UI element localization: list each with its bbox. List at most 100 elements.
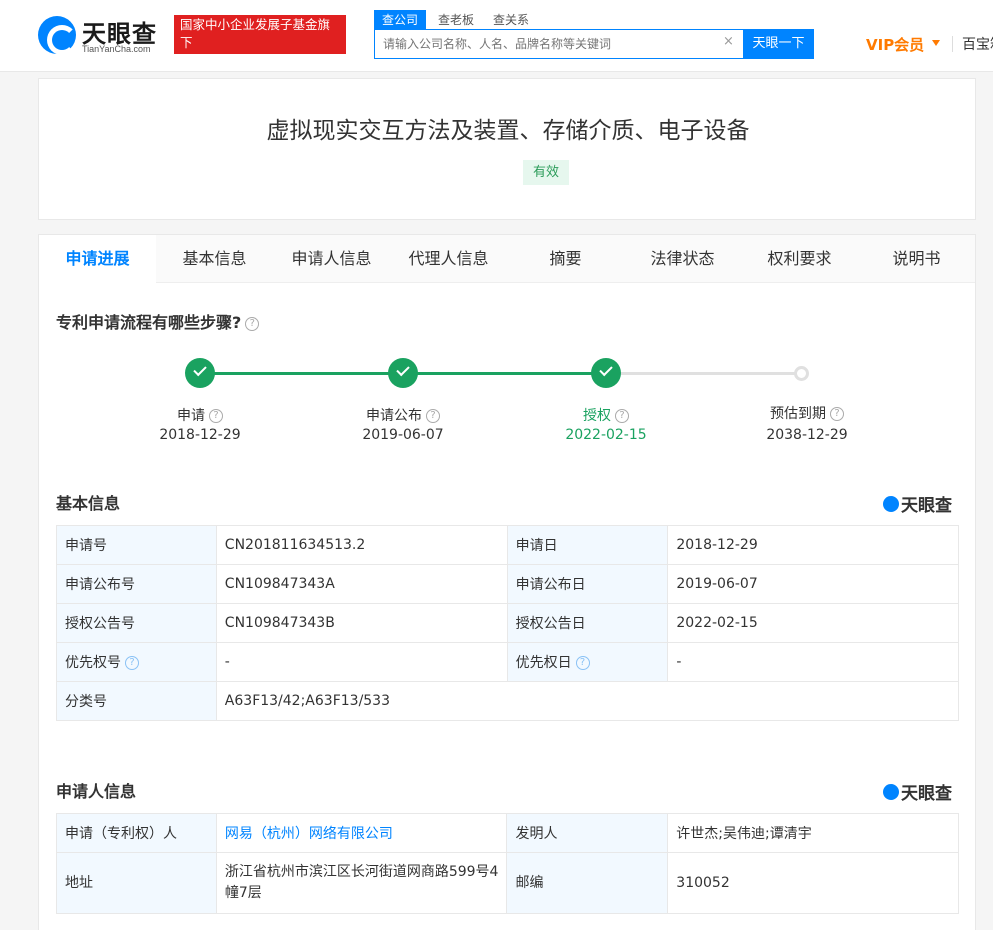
- progress-title-text: 专利申请流程有哪些步骤?: [56, 313, 242, 332]
- logo-icon: [883, 784, 899, 800]
- cell-value: 许世杰;吴伟迪;谭清宇: [667, 813, 959, 853]
- brand-watermark: 天眼查: [883, 491, 952, 516]
- step-label: 授权?: [526, 405, 686, 425]
- cell-label: 邮编: [506, 852, 669, 914]
- step-label-text: 申请公布: [366, 408, 422, 424]
- cell-value: CN201811634513.2: [215, 525, 508, 565]
- table-row: 申请（专利权）人 网易（杭州）网络有限公司 发明人 许世杰;吴伟迪;谭清宇: [56, 813, 959, 853]
- question-icon[interactable]: ?: [830, 407, 844, 421]
- pending-dot-icon: [794, 366, 809, 381]
- status-badge: 有效: [523, 160, 569, 185]
- question-icon[interactable]: ?: [209, 409, 223, 423]
- check-icon: [388, 358, 418, 388]
- cell-label: 优先权号?: [56, 642, 217, 682]
- badge-line-1: 国家中小企业发展子基金旗下: [180, 17, 331, 50]
- tab-basic-info[interactable]: 基本信息: [156, 235, 273, 283]
- question-icon[interactable]: ?: [615, 409, 629, 423]
- question-icon[interactable]: ?: [245, 316, 260, 331]
- cell-label: 申请公布日: [506, 564, 669, 604]
- top-header: 天眼查 TianYanCha.com 国家中小企业发展子基金旗下 官方备案企业征…: [0, 0, 993, 72]
- patent-title-card: 虚拟现实交互方法及装置、存储介质、电子设备 有效: [38, 78, 976, 220]
- cell-label: 申请（专利权）人: [56, 813, 217, 853]
- search-button[interactable]: 天眼一下: [743, 29, 814, 59]
- logo-icon: [883, 496, 899, 512]
- cell-label: 地址: [56, 852, 217, 914]
- cell-label: 授权公告日: [506, 603, 669, 643]
- step-date: 2019-06-07: [362, 427, 444, 443]
- tab-progress[interactable]: 申请进展: [39, 235, 156, 283]
- question-icon[interactable]: ?: [575, 656, 590, 670]
- table-row: 分类号 A63F13/42;A63F13/533: [56, 681, 960, 721]
- step-date: 2022-02-15: [565, 427, 647, 443]
- cell-label-text: 优先权日: [515, 655, 572, 671]
- site-logo[interactable]: 天眼查 TianYanCha.com: [38, 14, 166, 56]
- brand-text: 天眼查: [901, 496, 952, 516]
- progress-line-pending: [606, 372, 802, 375]
- cell-label: 授权公告号: [56, 603, 217, 643]
- logo-subtext: TianYanCha.com: [82, 44, 151, 54]
- table-row: 优先权号? - 优先权日? -: [56, 642, 959, 682]
- check-icon: [185, 358, 215, 388]
- search-box: ×: [374, 29, 744, 59]
- search-input[interactable]: [383, 34, 713, 54]
- progress-section-title: 专利申请流程有哪些步骤??: [56, 309, 260, 333]
- header-divider: [952, 36, 953, 52]
- tab-applicant-info[interactable]: 申请人信息: [273, 235, 390, 283]
- cell-value: 2019-06-07: [667, 564, 959, 604]
- cell-label: 申请日: [506, 525, 669, 565]
- basic-info-title: 基本信息: [56, 494, 121, 513]
- table-row: 申请公布号 CN109847343A 申请公布日 2019-06-07: [56, 564, 959, 604]
- caret-down-icon[interactable]: [932, 40, 940, 46]
- step-label: 申请?: [120, 405, 280, 425]
- patent-title: 虚拟现实交互方法及装置、存储介质、电子设备: [266, 118, 750, 144]
- badge-line-2: 官方备案企业征信机构: [180, 53, 321, 68]
- question-icon[interactable]: ?: [426, 409, 440, 423]
- brand-text: 天眼查: [901, 784, 952, 804]
- cell-label: 发明人: [506, 813, 669, 853]
- logo-icon: [38, 16, 77, 55]
- applicant-company-link[interactable]: 网易（杭州）网络有限公司: [215, 813, 508, 853]
- search-tab-relation[interactable]: 查关系: [493, 10, 529, 30]
- step-label-text: 预估到期: [770, 406, 826, 422]
- step-label-text: 授权: [583, 408, 611, 424]
- cell-label-text: 优先权号: [65, 655, 121, 671]
- step-label: 预估到期?: [727, 403, 887, 423]
- applicant-info-title: 申请人信息: [56, 782, 137, 801]
- basic-info-table: 申请号 CN201811634513.2 申请日 2018-12-29 申请公布…: [56, 525, 960, 721]
- table-row: 授权公告号 CN109847343B 授权公告日 2022-02-15: [56, 603, 959, 643]
- vip-member-link[interactable]: VIP会员: [866, 34, 924, 55]
- patent-detail-card: 申请进展 基本信息 申请人信息 代理人信息 摘要 法律状态 权利要求 说明书 专…: [38, 234, 976, 930]
- cell-label: 优先权日?: [506, 642, 669, 682]
- cell-label: 分类号: [56, 681, 217, 721]
- tab-specification[interactable]: 说明书: [858, 235, 975, 283]
- cell-value: CN109847343B: [215, 603, 508, 643]
- search-tab-company[interactable]: 查公司: [374, 10, 427, 30]
- tab-agent-info[interactable]: 代理人信息: [390, 235, 507, 283]
- cell-value: A63F13/42;A63F13/533: [215, 681, 960, 721]
- cell-value: CN109847343A: [215, 564, 508, 604]
- cell-value: -: [667, 642, 959, 682]
- detail-tabs: 申请进展 基本信息 申请人信息 代理人信息 摘要 法律状态 权利要求 说明书: [39, 235, 975, 283]
- official-badge: 国家中小企业发展子基金旗下 官方备案企业征信机构: [174, 15, 346, 68]
- step-label: 申请公布?: [323, 405, 483, 425]
- question-icon[interactable]: ?: [125, 656, 139, 670]
- clear-icon[interactable]: ×: [723, 34, 734, 49]
- applicant-info-table: 申请（专利权）人 网易（杭州）网络有限公司 发明人 许世杰;吴伟迪;谭清宇 地址…: [56, 813, 959, 914]
- tab-claims[interactable]: 权利要求: [741, 235, 858, 283]
- cell-value: 310052: [667, 852, 959, 914]
- brand-watermark: 天眼查: [883, 779, 952, 804]
- cell-value: 浙江省杭州市滨江区长河街道网商路599号4幢7层: [215, 852, 508, 914]
- check-icon: [591, 358, 621, 388]
- step-date: 2038-12-29: [766, 427, 848, 443]
- tab-abstract[interactable]: 摘要: [507, 235, 624, 283]
- table-row: 地址 浙江省杭州市滨江区长河街道网商路599号4幢7层 邮编 310052: [56, 852, 959, 914]
- tab-legal-status[interactable]: 法律状态: [624, 235, 741, 283]
- cell-value: -: [215, 642, 508, 682]
- cell-label: 申请公布号: [56, 564, 217, 604]
- cell-label: 申请号: [56, 525, 217, 565]
- cell-value: 2022-02-15: [667, 603, 959, 643]
- search-tab-boss[interactable]: 查老板: [438, 10, 474, 30]
- toolbox-link[interactable]: 百宝箱: [962, 34, 993, 54]
- progress-timeline: 申请? 2018-12-29 申请公布? 2019-06-07 授权? 2022…: [39, 355, 975, 455]
- table-row: 申请号 CN201811634513.2 申请日 2018-12-29: [56, 525, 959, 565]
